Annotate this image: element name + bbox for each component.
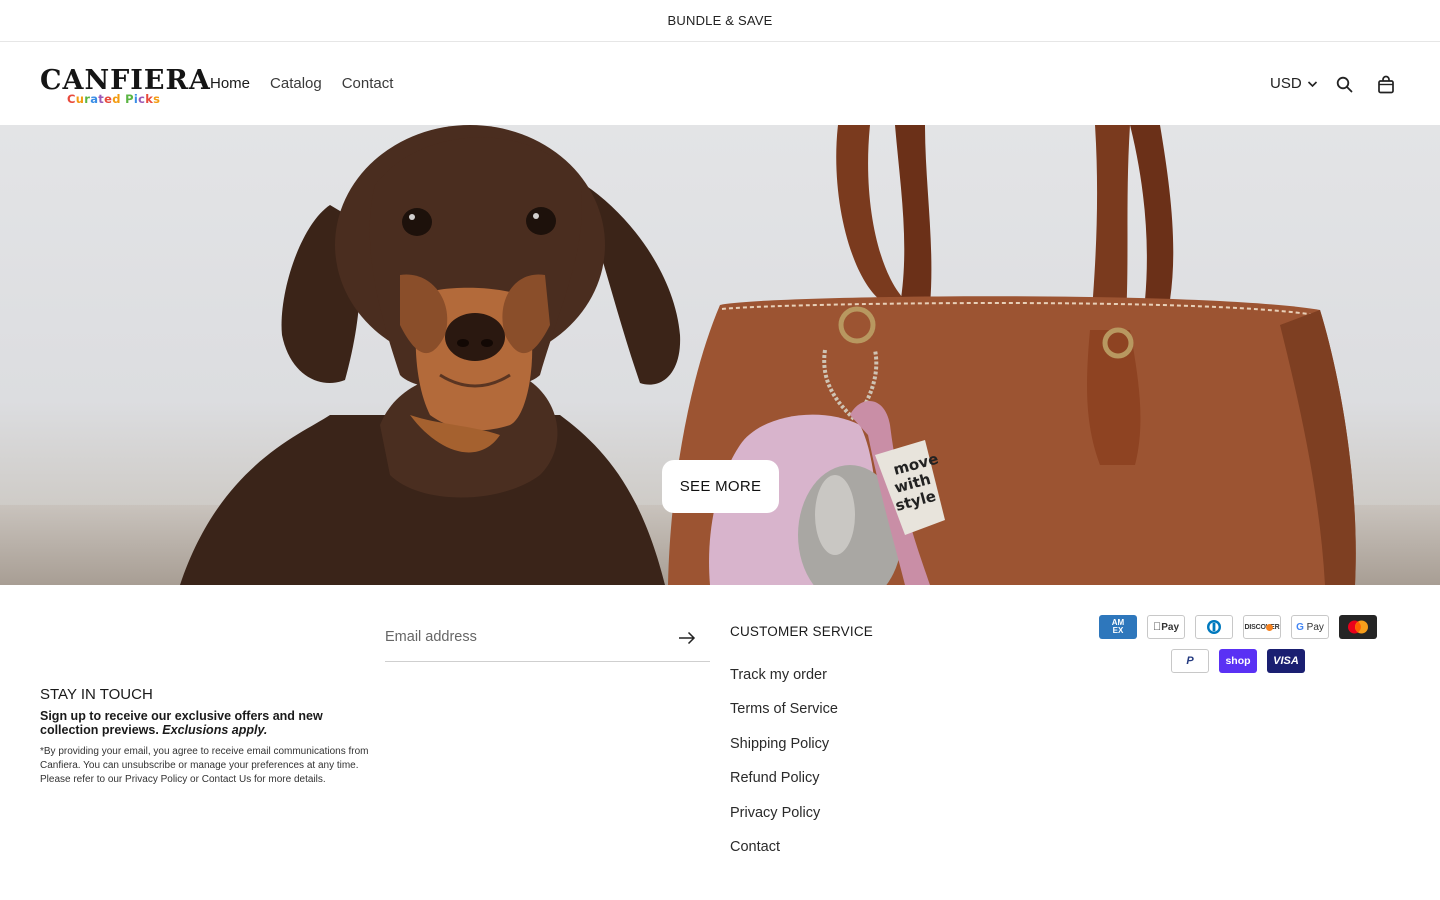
- announcement-text: BUNDLE & SAVE: [667, 13, 773, 28]
- search-button[interactable]: [1333, 73, 1355, 95]
- logo[interactable]: CANFIERA Curated Picks: [40, 65, 210, 107]
- list-item: Shipping Policy: [730, 733, 838, 767]
- cart-button[interactable]: [1375, 73, 1397, 95]
- currency-label: USD: [1270, 75, 1302, 92]
- search-icon: [1336, 76, 1352, 92]
- nav-home[interactable]: Home: [210, 73, 250, 95]
- discover-icon: DISCOVER: [1243, 615, 1281, 639]
- paypal-label: P: [1186, 655, 1194, 667]
- google-pay-label: Pay: [1306, 621, 1324, 633]
- customer-service-title: CUSTOMER SERVICE: [730, 624, 873, 639]
- google-pay-icon: G Pay: [1291, 615, 1329, 639]
- link-refund[interactable]: Refund Policy: [730, 770, 819, 786]
- newsletter-subtitle: Sign up to receive our exclusive offers …: [40, 709, 360, 737]
- link-shipping[interactable]: Shipping Policy: [730, 736, 829, 752]
- chevron-down-icon: [1307, 81, 1317, 88]
- see-more-button[interactable]: SEE MORE: [662, 460, 779, 513]
- nav-contact[interactable]: Contact: [342, 73, 394, 95]
- amex-label: AM EX: [1111, 618, 1125, 635]
- hero-banner[interactable]: move with style: [0, 125, 1440, 585]
- link-privacy[interactable]: Privacy Policy: [730, 805, 820, 821]
- newsletter-title: STAY IN TOUCH: [40, 686, 153, 703]
- newsletter-form: [385, 618, 710, 662]
- link-contact[interactable]: Contact: [730, 839, 780, 855]
- apple-pay-label: Pay: [1157, 621, 1179, 633]
- shop-pay-icon: shop: [1219, 649, 1257, 673]
- email-submit-button[interactable]: [676, 628, 698, 648]
- nav-catalog[interactable]: Catalog: [270, 73, 322, 95]
- mastercard-icon: [1339, 615, 1377, 639]
- list-item: Refund Policy: [730, 767, 838, 801]
- main-nav: Home Catalog Contact: [210, 73, 393, 95]
- list-item: Terms of Service: [730, 698, 838, 732]
- arrow-right-icon: [679, 631, 696, 645]
- handbag-image: move with style: [668, 125, 1356, 585]
- link-terms[interactable]: Terms of Service: [730, 701, 838, 717]
- paypal-icon: P: [1171, 649, 1209, 673]
- newsletter-subtitle-emphasis: Exclusions apply.: [162, 723, 268, 737]
- visa-label: VISA: [1273, 655, 1299, 667]
- diners-club-icon: [1195, 615, 1233, 639]
- currency-selector[interactable]: USD: [1270, 73, 1318, 95]
- email-input[interactable]: [385, 626, 665, 648]
- bag-icon: [1378, 75, 1394, 93]
- dachshund-image: [180, 125, 681, 585]
- hero-illustration: move with style: [180, 125, 1356, 585]
- announcement-bar: BUNDLE & SAVE: [0, 0, 1440, 42]
- list-item: Track my order: [730, 664, 838, 698]
- customer-service-links: Track my order Terms of Service Shipping…: [730, 664, 838, 870]
- link-track-order[interactable]: Track my order: [730, 667, 827, 683]
- list-item: Contact: [730, 836, 838, 870]
- shop-pay-label: shop: [1225, 655, 1251, 667]
- list-item: Privacy Policy: [730, 802, 838, 836]
- newsletter-legal: *By providing your email, you agree to r…: [40, 746, 369, 785]
- discover-label: DISCOVER: [1244, 623, 1280, 631]
- logo-tagline: Curated Picks: [67, 92, 161, 106]
- apple-pay-icon: Pay: [1147, 615, 1185, 639]
- site-header: CANFIERA Curated Picks Home Catalog Cont…: [0, 43, 1440, 125]
- amex-icon: AM EX: [1099, 615, 1137, 639]
- visa-icon: VISA: [1267, 649, 1305, 673]
